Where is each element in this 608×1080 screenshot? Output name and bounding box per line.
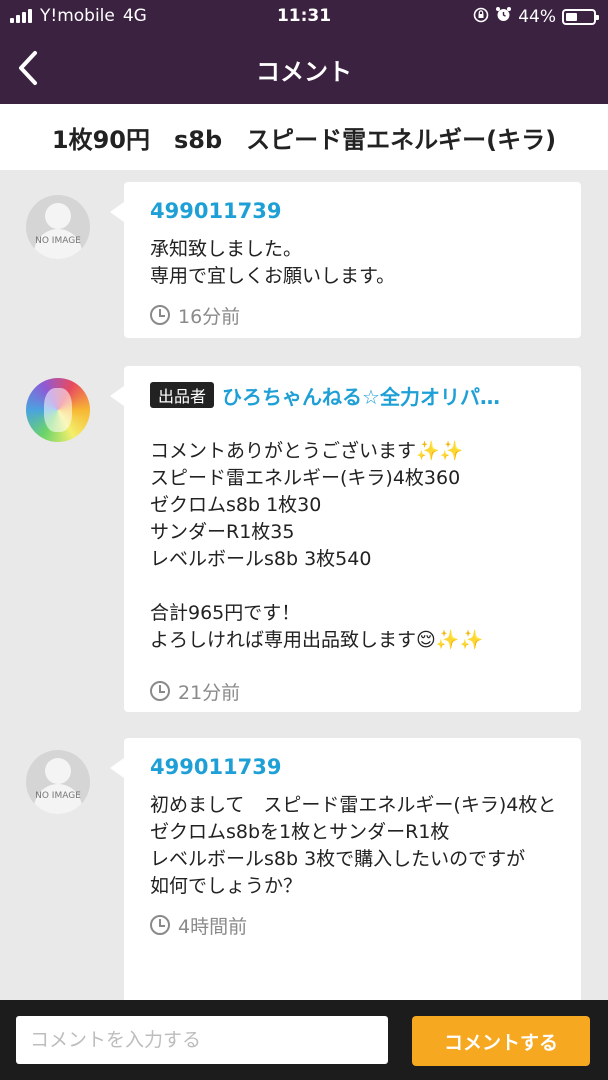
battery-fill xyxy=(566,13,577,21)
page-title: コメント xyxy=(256,58,352,86)
seller-badge: 出品者 xyxy=(150,382,215,408)
comment-text: 承知致しました。 専用で宜しくお願いします。 xyxy=(150,238,396,287)
comment-time-text: 4時間前 xyxy=(178,915,248,938)
seller-header: 出品者 ひろちゃんねる☆全力オリパ… xyxy=(150,380,557,410)
status-bar: Y!mobile 4G 11:31 44% xyxy=(0,0,608,34)
nav-bar: コメント xyxy=(0,34,608,104)
no-image-label: NO IMAGE xyxy=(35,236,81,246)
send-comment-button[interactable]: コメントする xyxy=(412,1016,590,1066)
comment-text: 初めまして スピード雷エネルギー(キラ)4枚とゼクロムs8bを1枚とサンダーR1… xyxy=(150,794,557,897)
battery-icon xyxy=(562,9,599,25)
avatar-head-shape xyxy=(45,203,71,229)
avatar[interactable]: NO IMAGE xyxy=(26,750,90,814)
comment-username[interactable]: 499011739 xyxy=(150,752,557,782)
comment-input-bar: コメントする xyxy=(0,1000,608,1080)
comment-card: 499011739 初めまして スピード雷エネルギー(キラ)4枚とゼクロムs8b… xyxy=(110,738,581,1000)
clock-icon xyxy=(150,915,170,935)
comment-timestamp: 21分前 xyxy=(150,676,557,706)
comment-username[interactable]: ひろちゃんねる☆全力オリパ… xyxy=(222,381,500,410)
comment-timestamp: 4時間前 xyxy=(150,910,557,940)
battery-percent: 44% xyxy=(518,7,556,27)
avatar-head-shape xyxy=(45,758,71,784)
product-title: 1枚90円 s8b スピード雷エネルギー(キラ) xyxy=(0,104,608,170)
status-right: 44% xyxy=(473,6,599,28)
comment-list[interactable]: NO IMAGE 499011739 承知致しました。 専用で宜しくお願いします… xyxy=(0,170,608,1000)
comment-input[interactable] xyxy=(16,1016,388,1064)
comment-card: 出品者 ひろちゃんねる☆全力オリパ… コメントありがとうございます✨✨ スピード… xyxy=(110,366,581,712)
comment-text: コメントありがとうございます✨✨ スピード雷エネルギー(キラ)4枚360 ゼクロ… xyxy=(150,440,484,651)
no-image-label: NO IMAGE xyxy=(35,791,81,801)
clock-icon xyxy=(150,681,170,701)
comment-card: 499011739 承知致しました。 専用で宜しくお願いします。 16分前 xyxy=(110,182,581,338)
comment-timestamp: 16分前 xyxy=(150,300,557,330)
seller-avatar[interactable] xyxy=(26,378,90,442)
alarm-icon xyxy=(495,6,512,28)
rotation-lock-icon xyxy=(473,7,489,28)
avatar[interactable]: NO IMAGE xyxy=(26,195,90,259)
comment-time-text: 21分前 xyxy=(178,681,241,704)
comment-username[interactable]: 499011739 xyxy=(150,196,557,226)
comment-time-text: 16分前 xyxy=(178,305,241,328)
clock-icon xyxy=(150,305,170,325)
